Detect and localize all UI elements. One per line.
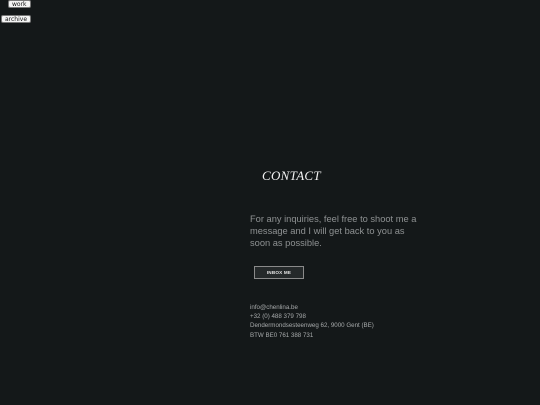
vat-number-text: BTW BE0 761 388 731 — [250, 331, 314, 339]
inbox-me-button[interactable]: INBOX ME — [254, 266, 304, 279]
contact-info-block: info@chenlina.be +32 (0) 488 379 798 Den… — [250, 303, 374, 340]
phone-link[interactable]: +32 (0) 488 379 798 — [250, 312, 374, 321]
address-text: Dendermondsesteenweg 62, 9000 Gent (BE) — [250, 322, 374, 330]
contact-intro-text: For any inquiries, feel free to shoot me… — [250, 214, 417, 248]
contact-heading: CONTACT — [262, 168, 321, 183]
archive-nav-button[interactable]: archive — [1, 15, 32, 23]
work-nav-button[interactable]: work — [8, 0, 31, 8]
email-link[interactable]: info@chenlina.be — [250, 303, 374, 312]
